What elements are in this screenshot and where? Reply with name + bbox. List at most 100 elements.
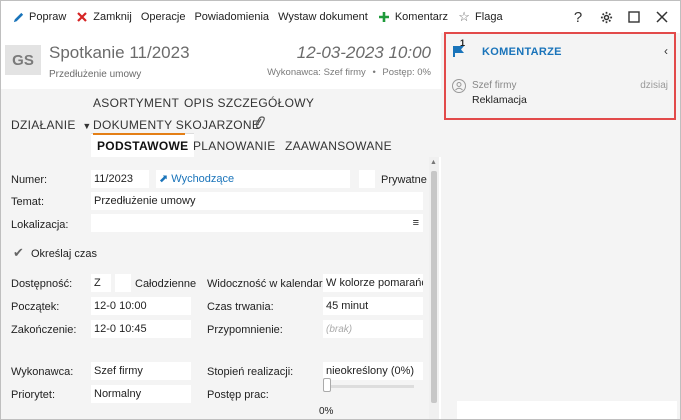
window-controls: ? [564,6,676,28]
executor-text: Wykonawca: Szef firmy [267,67,366,78]
meta-separator: • [372,67,376,78]
private-label: Prywatne [381,174,427,186]
zakonczenie-field[interactable]: 12-0 10:45 [91,320,191,338]
scrollbar-thumb[interactable] [431,171,437,403]
stopien-field[interactable]: nieokreślony (0%) [323,362,423,380]
lokalizacja-label: Lokalizacja: [11,219,69,231]
notifications-label: Powiadomienia [194,11,270,23]
czas-trwania-label: Czas trwania: [207,301,274,313]
poczatek-field[interactable]: 12-0 10:00 [91,297,191,315]
plus-icon [377,10,391,24]
flag-button[interactable]: ☆ Flaga [453,6,507,28]
issue-document-button[interactable]: Wystaw dokument [274,6,372,28]
close-x-icon [75,10,89,24]
comments-title: KOMENTARZE [482,46,562,58]
operations-menu[interactable]: Operacje [137,6,190,28]
tabs-area: DZIAŁANIE ▼ ASORTYMENT OPIS SZCZEGÓŁOWY … [1,89,441,159]
przypomnienie-field[interactable]: (brak) [323,320,423,338]
priorytet-field[interactable]: Normalny [91,385,191,403]
tab-dokumenty[interactable]: DOKUMENTY SKOJARZONE [93,118,260,132]
przypomnienie-label: Przypomnienie: [207,324,283,336]
wykonawca-field[interactable]: Szef firmy [91,362,191,380]
determine-time-label: Określaj czas [30,248,97,260]
page-title: Spotkanie 11/2023 [49,43,190,62]
tab-asortyment[interactable]: ASORTYMENT [93,96,179,110]
comment-count-badge: 1 [460,38,466,48]
dostepnosc-field[interactable]: Z [91,274,111,292]
czas-trwania-field[interactable]: 45 minut [323,297,423,315]
numer-label: Numer: [11,174,48,186]
event-header: GS Spotkanie 11/2023 Przedłużenie umowy … [1,33,441,89]
tab-podstawowe[interactable]: PODSTAWOWE [91,133,195,159]
operations-label: Operacje [140,11,186,23]
close-icon[interactable] [648,6,676,28]
tab-dzialanie-label: DZIAŁANIE [11,118,76,132]
basic-form: Numer: 11/2023 ⬈ Wychodzące Prywatne Tem… [1,157,429,419]
pencil-icon [11,10,25,24]
widocznosc-label: Widoczność w kalendarzu: [207,278,338,290]
tab-opis[interactable]: OPIS SZCZEGÓŁOWY [184,96,314,110]
comment-timestamp: dzisiaj [640,80,668,91]
gear-icon[interactable] [592,6,620,28]
notifications-menu[interactable]: Powiadomienia [190,6,273,28]
comment-text: Reklamacja [472,94,527,106]
tab-dzialanie[interactable]: DZIAŁANIE ▼ [11,118,92,132]
postep-value: 0% [319,406,334,417]
event-details-pane: GS Spotkanie 11/2023 Przedłużenie umowy … [1,33,441,419]
comments-panel: 1 KOMENTARZE ‹ Szef firmy dzisiaj Reklam… [444,32,676,120]
edit-button[interactable]: Popraw [7,6,70,28]
widocznosc-field[interactable]: W kolorze pomarańcz. [323,274,423,292]
issue-document-label: Wystaw dokument [278,11,368,23]
progress-slider-track[interactable] [324,385,414,388]
maximize-icon[interactable] [620,6,648,28]
przypomnienie-value: (brak) [326,324,353,335]
tab-planowanie[interactable]: PLANOWANIE [193,139,276,153]
wykonawca-label: Wykonawca: [11,366,74,378]
stopien-label: Stopień realizacji: [207,366,294,378]
dostepnosc-label: Dostępność: [11,278,73,290]
priorytet-label: Priorytet: [11,389,56,401]
close-document-button[interactable]: Zamknij [71,6,136,28]
event-date: 12-03-2023 10:00 [296,43,431,62]
tab-zaawansowane[interactable]: ZAAWANSOWANE [285,139,392,153]
menu-lines-icon[interactable]: ≡ [413,214,419,232]
progress-text: Postęp: 0% [382,67,431,78]
add-comment-button[interactable]: Komentarz [373,6,452,28]
checkmark-icon: ✔ [13,245,24,260]
numer-field[interactable]: 11/2023 [91,170,149,188]
page-subtitle: Przedłużenie umowy [49,69,142,80]
all-day-label: Całodzienne [135,278,197,290]
direction-field[interactable]: ⬈ Wychodzące [156,170,350,188]
edit-button-label: Popraw [29,11,67,23]
toolbar: Popraw Zamknij Operacje Powiadomienia Wy… [1,1,680,33]
direction-label: Wychodzące [171,173,235,185]
zakonczenie-label: Zakończenie: [11,324,77,336]
poczatek-label: Początek: [11,301,60,313]
all-day-checkbox[interactable] [115,274,131,292]
help-icon[interactable]: ? [564,6,592,28]
flag-label: Flaga [475,11,503,23]
active-tab-indicator [93,133,185,135]
event-window: Popraw Zamknij Operacje Powiadomienia Wy… [0,0,681,420]
chevron-down-icon: ▼ [82,121,92,131]
paperclip-icon[interactable] [253,116,265,133]
scroll-up-icon[interactable]: ▲ [430,159,437,166]
lokalizacja-field[interactable]: ≡ [91,214,423,232]
close-document-label: Zamknij [93,11,132,23]
temat-field[interactable]: Przedłużenie umowy [91,192,423,210]
comment-input[interactable] [457,401,677,419]
comment-author: Szef firmy [472,80,517,91]
event-meta: Wykonawca: Szef firmy • Postęp: 0% [267,67,431,78]
avatar: GS [5,45,41,75]
temat-label: Temat: [11,196,45,208]
form-scrollbar[interactable]: ▲ [429,157,439,419]
add-comment-label: Komentarz [394,11,449,23]
user-icon [452,79,466,93]
arrow-icon: ⬈ [159,173,169,185]
star-icon: ☆ [458,9,470,24]
postep-label: Postęp prac: [207,389,269,401]
chevron-left-icon[interactable]: ‹ [664,44,668,58]
determine-time-checkbox[interactable]: ✔ Określaj czas [13,245,97,261]
private-checkbox[interactable] [359,170,375,188]
progress-slider-handle[interactable] [323,378,331,392]
